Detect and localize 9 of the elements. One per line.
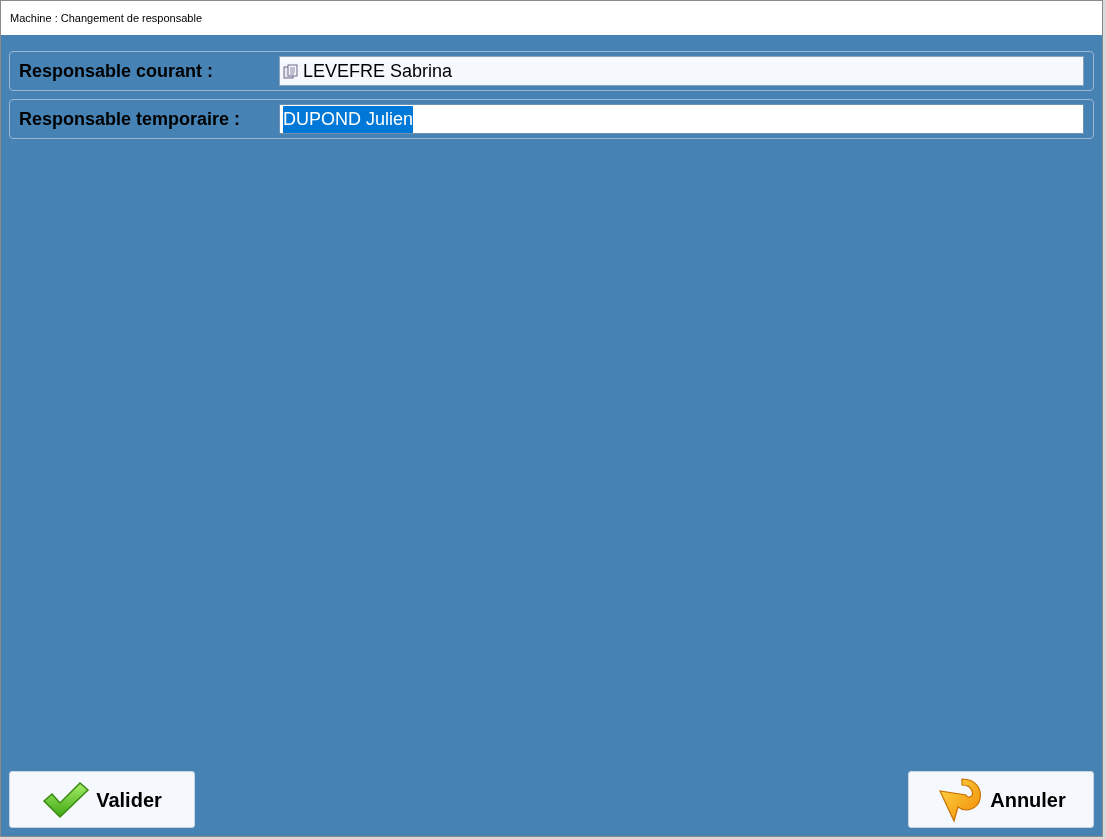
window-title: Machine : Changement de responsable [10,10,202,26]
input-field[interactable]: DUPOND Julien [279,104,1084,134]
field-label: Responsable courant : [19,59,215,83]
validate-button[interactable]: Valider [9,771,195,828]
checkmark-icon [42,780,91,819]
document-icon [283,63,298,79]
input-field[interactable]: LEVEFRE Sabrina [279,56,1084,86]
cancel-button[interactable]: Annuler [908,771,1094,828]
field-label: Responsable temporaire : [19,107,242,131]
